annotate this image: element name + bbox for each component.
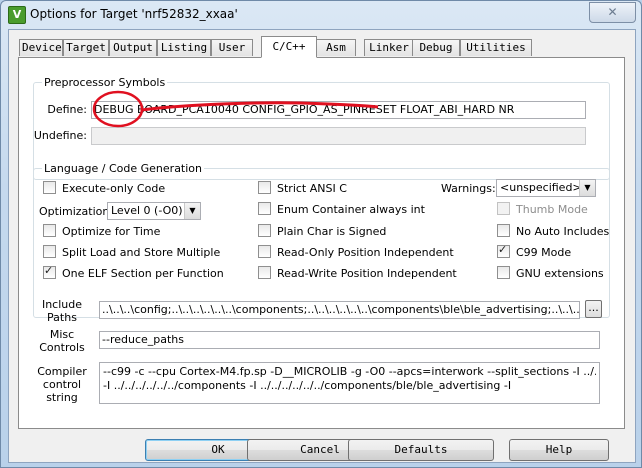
chevron-down-icon[interactable]: ▼ [184,203,200,219]
optimization-label: Optimization: [39,205,114,218]
rw-pi-option[interactable]: Read-Write Position Independent [258,266,457,282]
no-auto-includes-checkbox[interactable] [497,224,510,237]
execute-only-checkbox[interactable] [43,181,56,194]
options-dialog: V Options for Target 'nrf52832_xxaa' ✕ D… [0,0,642,468]
compiler-control-label: Compiler control string [33,365,91,404]
ro-pi-label: Read-Only Position Independent [277,246,454,259]
tab-utilities[interactable]: Utilities [460,39,532,56]
chevron-down-icon[interactable]: ▼ [579,180,595,196]
keil-app-icon: V [8,6,26,24]
tab-target[interactable]: Target [63,39,109,56]
compiler-control-label-line1: Compiler [37,365,87,378]
execute-only-option[interactable]: Execute-only Code [43,181,165,197]
tab-asm[interactable]: Asm [316,39,356,56]
plain-char-checkbox[interactable] [258,224,271,237]
gnu-extensions-checkbox[interactable] [497,266,510,279]
cpp-tab-panel: Preprocessor Symbols Define: DEBUG BOARD… [18,57,625,429]
split-load-option[interactable]: Split Load and Store Multiple [43,245,220,261]
misc-controls-label-line2: Controls [39,341,85,354]
undefine-label: Undefine: [33,129,87,142]
optimization-value: Level 0 (-O0) [111,204,183,217]
strict-ansi-label: Strict ANSI C [277,182,347,195]
title-bar[interactable]: V Options for Target 'nrf52832_xxaa' ✕ [1,1,641,29]
ro-pi-checkbox[interactable] [258,245,271,258]
thumb-mode-checkbox[interactable] [497,202,510,215]
optimize-time-label: Optimize for Time [62,225,161,238]
strict-ansi-option[interactable]: Strict ANSI C [258,181,347,197]
one-elf-label: One ELF Section per Function [62,267,224,280]
rw-pi-checkbox[interactable] [258,266,271,279]
no-auto-includes-option[interactable]: No Auto Includes [497,224,609,240]
plain-char-option[interactable]: Plain Char is Signed [258,224,386,240]
one-elf-checkbox[interactable] [43,264,56,279]
close-icon: ✕ [607,5,618,19]
c99-mode-checkbox[interactable] [497,243,510,258]
include-paths-label-line1: Include [41,298,83,311]
plain-char-label: Plain Char is Signed [277,225,387,238]
close-button[interactable]: ✕ [589,2,636,23]
rw-pi-label: Read-Write Position Independent [277,267,457,280]
tab-user[interactable]: User [211,39,253,56]
warnings-label: Warnings: [441,182,496,195]
warnings-select[interactable]: <unspecified> ▼ [496,179,596,197]
c99-mode-option[interactable]: C99 Mode [497,243,572,261]
strict-ansi-checkbox[interactable] [258,181,271,194]
tab-output[interactable]: Output [109,39,157,56]
compiler-control-textarea[interactable]: --c99 -c --cpu Cortex-M4.fp.sp -D__MICRO… [99,362,600,404]
compiler-control-label-line2: control [42,378,82,391]
ro-pi-option[interactable]: Read-Only Position Independent [258,245,454,261]
tab-device[interactable]: Device [19,39,63,56]
execute-only-label: Execute-only Code [62,182,166,195]
warnings-value: <unspecified> [500,181,582,194]
optimize-time-option[interactable]: Optimize for Time [43,224,160,240]
no-auto-includes-label: No Auto Includes [516,225,610,238]
optimize-time-checkbox[interactable] [43,224,56,237]
compiler-control-label-line3: string [46,391,78,404]
dialog-client-area: Device Target Output Listing User C/C++ … [8,29,636,463]
gnu-extensions-label: GNU extensions [516,267,604,280]
gnu-extensions-option[interactable]: GNU extensions [497,266,604,282]
include-paths-input[interactable]: ..\..\..\config;..\..\..\..\..\..\compon… [99,301,580,319]
enum-container-option[interactable]: Enum Container always int [258,202,425,218]
defaults-button[interactable]: Defaults [348,439,494,461]
one-elf-option[interactable]: One ELF Section per Function [43,264,224,282]
help-button[interactable]: Help [509,439,609,461]
c99-mode-label: C99 Mode [516,246,572,259]
misc-controls-label-line1: Misc [49,328,75,341]
thumb-mode-option[interactable]: Thumb Mode [497,202,588,218]
enum-container-checkbox[interactable] [258,202,271,215]
include-paths-label-line2: Paths [47,311,77,324]
tab-listing[interactable]: Listing [157,39,211,56]
misc-controls-label: Misc Controls [33,328,91,354]
misc-controls-input[interactable]: --reduce_paths [99,331,600,349]
language-group-title: Language / Code Generation [42,162,205,175]
enum-container-label: Enum Container always int [277,203,425,216]
tab-linker[interactable]: Linker [364,39,414,56]
undefine-input[interactable] [91,127,586,145]
optimization-select[interactable]: Level 0 (-O0) ▼ [107,202,201,220]
include-paths-browse-button[interactable]: ... [585,300,602,318]
split-load-label: Split Load and Store Multiple [62,246,221,259]
compiler-control-line1: --c99 -c --cpu Cortex-M4.fp.sp -D__MICRO… [103,365,596,378]
tab-debug[interactable]: Debug [412,39,460,56]
define-input[interactable]: DEBUG BOARD_PCA10040 CONFIG_GPIO_AS_PINR… [91,101,586,119]
compiler-control-line2: -I ../../../../../../components -I ../..… [103,379,512,392]
define-label: Define: [47,103,87,116]
split-load-checkbox[interactable] [43,245,56,258]
thumb-mode-label: Thumb Mode [516,203,588,216]
include-paths-label: Include Paths [33,298,91,324]
preprocessor-group-title: Preprocessor Symbols [42,76,168,89]
tab-c-cpp[interactable]: C/C++ [261,36,317,58]
window-title: Options for Target 'nrf52832_xxaa' [30,7,238,21]
